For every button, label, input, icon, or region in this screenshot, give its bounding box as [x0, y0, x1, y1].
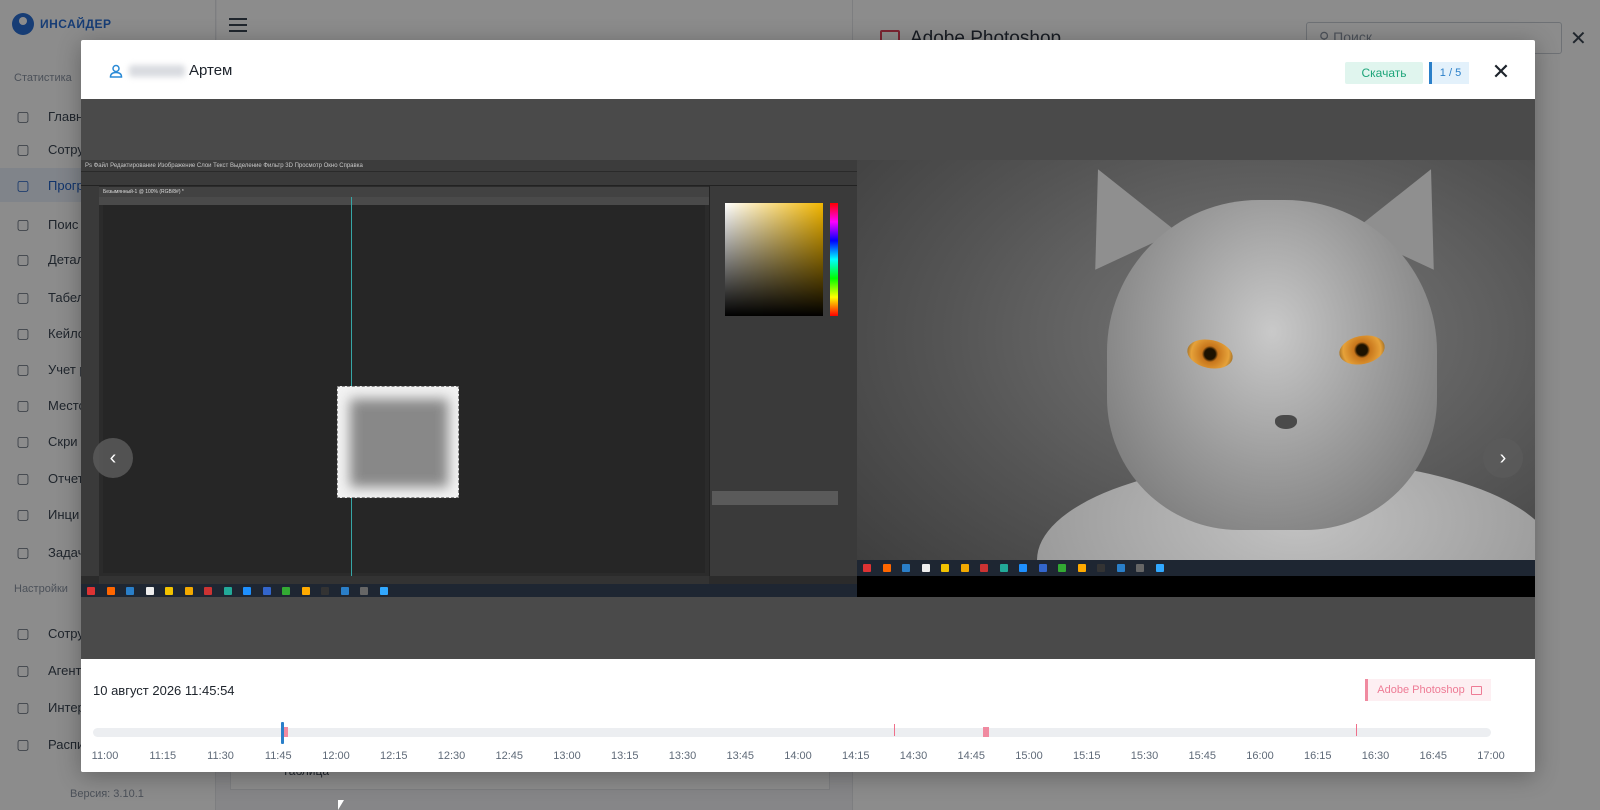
- mouse-cursor-icon: [338, 800, 344, 810]
- timeline-tick-label: 11:15: [149, 750, 177, 762]
- color-picker: [725, 203, 823, 316]
- photoshop-ruler: [99, 197, 709, 205]
- taskbar-app-icon: [921, 564, 930, 572]
- photoshop-toolbar: [81, 186, 99, 576]
- timeline-tick-label: 12:30: [437, 750, 466, 762]
- timeline-tick-label: 11:00: [91, 750, 119, 762]
- taskbar-app-icon: [941, 564, 949, 572]
- timeline-tick-label: 14:30: [899, 750, 928, 762]
- timeline-tick-label: 15:30: [1130, 750, 1159, 762]
- next-screenshot-button[interactable]: ›: [1483, 438, 1523, 478]
- timeline-tick-label: 16:45: [1419, 750, 1448, 762]
- layer-row: [712, 491, 838, 505]
- taskbar-app-icon: [960, 564, 969, 572]
- close-modal-button[interactable]: ✕: [1489, 59, 1513, 84]
- taskbar-app-icon: [223, 587, 232, 595]
- taskbar-app-icon: [184, 587, 193, 595]
- taskbar-app-icon: [301, 587, 310, 595]
- timeline-tick-label: 13:15: [610, 750, 639, 762]
- timeline-tick-label: 16:30: [1361, 750, 1390, 762]
- timeline-tick-label: 13:30: [668, 750, 697, 762]
- taskbar-app-icon: [106, 587, 115, 595]
- timeline-tick-label: 12:15: [379, 750, 408, 762]
- taskbar-app-icon: [126, 587, 134, 595]
- timeline-tick-label: 14:00: [784, 750, 812, 762]
- taskbar-app-icon: [1058, 564, 1066, 572]
- windows-taskbar-right: [857, 560, 1535, 576]
- modal-header: Артем Скачать 1 / 5 ✕: [81, 40, 1535, 99]
- user-surname-blurred: [129, 65, 185, 77]
- taskbar-app-icon: [882, 564, 891, 572]
- user-icon: [109, 64, 123, 78]
- timeline-tick-label: 13:45: [726, 750, 755, 762]
- taskbar-app-icon: [902, 564, 910, 572]
- timeline-event-marker[interactable]: [894, 724, 896, 736]
- photoshop-menu-bar: Ps Файл Редактирование Изображение Слои …: [81, 160, 857, 172]
- taskbar-app-icon: [165, 587, 173, 595]
- timeline-tick-label: 12:45: [495, 750, 524, 762]
- screenshot-viewer: Ps Файл Редактирование Изображение Слои …: [81, 99, 1535, 659]
- screenshot-monitor-left: Ps Файл Редактирование Изображение Слои …: [81, 160, 857, 597]
- photoshop-options-bar: [81, 172, 857, 186]
- taskbar-app-icon: [1155, 564, 1164, 572]
- taskbar-app-icon: [321, 587, 329, 595]
- photoshop-status-bar: [99, 576, 709, 584]
- timeline-tick-label: 15:45: [1188, 750, 1217, 762]
- taskbar-app-icon: [1077, 564, 1086, 572]
- blurred-image: [350, 399, 448, 487]
- taskbar-app-icon: [1116, 564, 1125, 572]
- taskbar-app-icon: [204, 587, 212, 595]
- timeline-tick-label: 11:45: [264, 750, 292, 762]
- taskbar-app-icon: [999, 564, 1008, 572]
- cat-head: [1107, 200, 1437, 530]
- timeline-tick-label: 14:15: [841, 750, 870, 762]
- taskbar-app-icon: [863, 564, 871, 572]
- timeline-tick-label: 16:15: [1303, 750, 1332, 762]
- timeline-tick-label: 11:30: [207, 750, 234, 762]
- download-button[interactable]: Скачать: [1345, 62, 1423, 84]
- taskbar-app-icon: [1136, 564, 1144, 572]
- timeline-tick-label: 15:00: [1015, 750, 1043, 762]
- taskbar-app-icon: [262, 587, 271, 595]
- cat-nose: [1275, 415, 1297, 429]
- taskbar-app-icon: [980, 564, 988, 572]
- screenshot-monitor-right: [857, 160, 1535, 597]
- screenshot-timestamp: 10 август 2026 11:45:54: [93, 683, 235, 698]
- prev-screenshot-button[interactable]: ‹: [93, 438, 133, 478]
- taskbar-app-icon: [379, 587, 388, 595]
- taskbar-app-icon: [87, 587, 95, 595]
- windows-taskbar-left: [81, 584, 857, 597]
- photoshop-document-tab: Безымянный-1 @ 100% (RGB/8#) *: [99, 187, 709, 197]
- screenshot-viewer-modal: Артем Скачать 1 / 5 ✕ Ps Файл Редактиров…: [81, 40, 1535, 772]
- app-badge[interactable]: Adobe Photoshop: [1365, 679, 1491, 701]
- app-badge-label: Adobe Photoshop: [1377, 684, 1465, 696]
- app-window-icon: [1470, 685, 1482, 695]
- timeline-tick-label: 16:00: [1246, 750, 1274, 762]
- taskbar-app-icon: [1038, 564, 1047, 572]
- photoshop-document: [337, 386, 459, 498]
- taskbar-app-icon: [360, 587, 368, 595]
- timeline-tick-label: 12:00: [322, 750, 350, 762]
- hue-slider: [830, 203, 838, 316]
- timeline-event-marker[interactable]: [1356, 724, 1358, 736]
- user-name: Артем: [189, 62, 233, 79]
- timeline-track[interactable]: [93, 728, 1491, 737]
- taskbar-app-icon: [282, 587, 290, 595]
- timeline-event-marker[interactable]: [982, 727, 989, 737]
- taskbar-app-icon: [340, 587, 349, 595]
- timeline-tick-label: 15:15: [1072, 750, 1101, 762]
- timeline-tick-label: 13:00: [553, 750, 581, 762]
- timeline-tick-label: 17:00: [1477, 750, 1505, 762]
- screenshot-counter: 1 / 5: [1429, 62, 1469, 84]
- taskbar-app-icon: [243, 587, 251, 595]
- taskbar-app-icon: [145, 587, 154, 595]
- timeline-current-marker[interactable]: [280, 722, 284, 744]
- modal-footer: 10 август 2026 11:45:54 Adobe Photoshop …: [81, 659, 1535, 772]
- taskbar-app-icon: [1019, 564, 1027, 572]
- taskbar-app-icon: [1097, 564, 1105, 572]
- timeline-tick-label: 14:45: [957, 750, 986, 762]
- screen-bottom-bar: [857, 576, 1535, 597]
